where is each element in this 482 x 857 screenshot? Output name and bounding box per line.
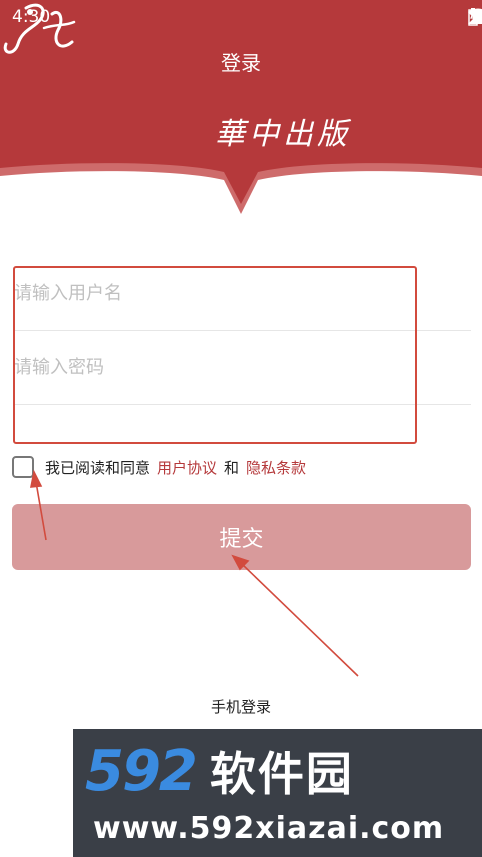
phone-login-link[interactable]: 手机登录 <box>0 696 482 717</box>
watermark-number: 592 <box>85 738 198 804</box>
agree-checkbox[interactable] <box>12 456 34 478</box>
header: 4:30 登录 華中出版 <box>0 0 482 215</box>
user-agreement-link[interactable]: 用户协议 <box>157 457 217 478</box>
watermark-logo: 592 软件园 <box>85 738 354 804</box>
submit-button[interactable]: 提交 <box>12 504 471 570</box>
privacy-terms-link[interactable]: 隐私条款 <box>246 457 306 478</box>
brand-name: 華中出版 <box>215 117 351 152</box>
watermark-url: www.592xiazai.com <box>93 811 445 846</box>
annotation-arrow-submit <box>241 563 359 677</box>
battery-icon <box>468 8 478 26</box>
agreement-conjunction: 和 <box>224 458 240 477</box>
annotation-highlight-box <box>13 266 417 444</box>
watermark-brand: 软件园 <box>209 747 354 801</box>
agreement-text: 我已阅读和同意 <box>45 458 151 477</box>
brand-logo-icon <box>3 3 76 54</box>
agreement-row: 我已阅读和同意 用户协议 和 隐私条款 <box>12 454 306 480</box>
watermark-banner: 592 软件园 www.592xiazai.com <box>73 729 482 857</box>
